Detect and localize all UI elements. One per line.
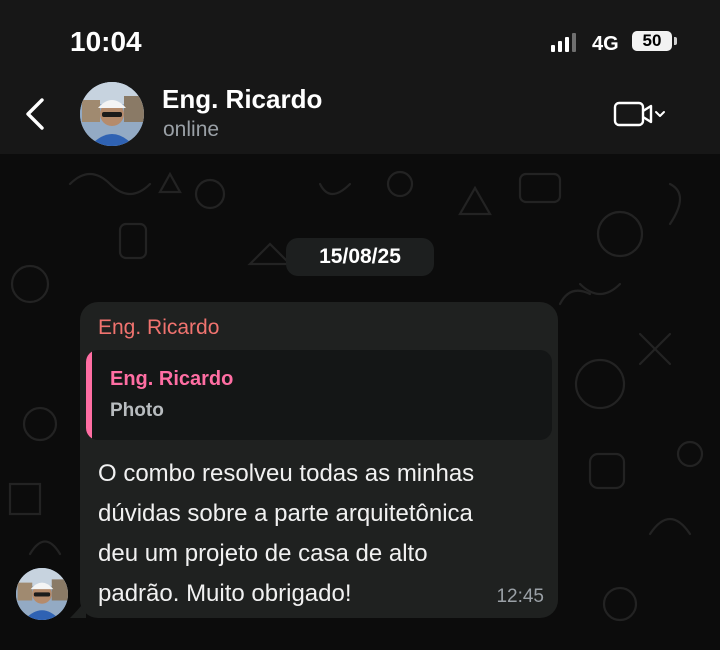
video-camera-icon[interactable]	[612, 98, 670, 130]
message-timestamp: 12:45	[496, 586, 544, 607]
quote-accent-bar	[86, 350, 92, 440]
chevron-down-icon	[655, 111, 665, 117]
back-arrow-icon[interactable]	[18, 94, 54, 134]
contact-avatar[interactable]	[80, 82, 144, 146]
chat-area[interactable]: 15/08/25 Eng. Ricardo Eng. Ricardo Photo…	[0, 154, 720, 650]
status-bar: 10:04 4G 50	[0, 0, 720, 80]
contact-status: online	[163, 118, 220, 141]
quoted-reply[interactable]: Eng. Ricardo Photo	[86, 350, 552, 440]
message-text: O combo resolveu todas as minhas dúvidas…	[98, 460, 475, 607]
signal-bars-icon	[551, 33, 576, 52]
chat-header: Eng. Ricardo online	[0, 80, 720, 154]
contact-name[interactable]: Eng. Ricardo	[162, 84, 322, 115]
battery-icon: 50	[632, 31, 677, 51]
message-bubble[interactable]: Eng. Ricardo Eng. Ricardo Photo O combo …	[80, 302, 558, 618]
sender-avatar[interactable]	[16, 568, 68, 620]
network-label: 4G	[592, 33, 619, 55]
date-separator: 15/08/25	[286, 238, 434, 276]
quoted-media-type: Photo	[110, 400, 164, 421]
status-time: 10:04	[70, 26, 142, 57]
message-sender-name[interactable]: Eng. Ricardo	[98, 316, 219, 340]
quoted-author: Eng. Ricardo	[110, 368, 234, 390]
